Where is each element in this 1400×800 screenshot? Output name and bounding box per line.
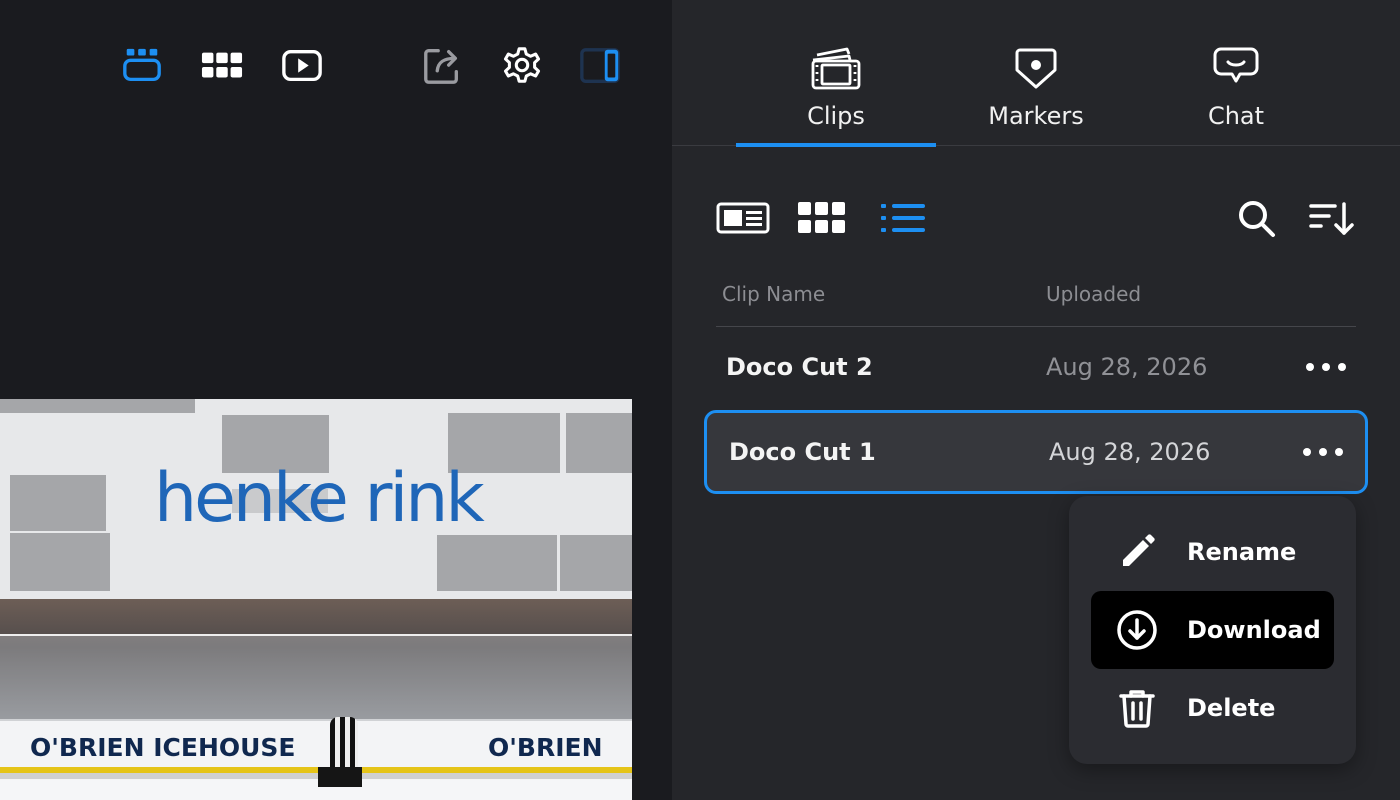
clip-uploaded-date: Aug 28, 2026	[1046, 353, 1208, 381]
clip-context-menu: Rename Download Delete	[1069, 496, 1356, 764]
board-ad-left: O'BRIEN ICEHOUSE	[30, 733, 296, 762]
clip-uploaded-date: Aug 28, 2026	[1049, 438, 1211, 466]
tab-markers-label: Markers	[988, 102, 1084, 130]
more-options-icon[interactable]	[1303, 437, 1343, 467]
table-row[interactable]: Doco Cut 1 Aug 28, 2026	[704, 410, 1368, 494]
menu-item-label: Download	[1187, 616, 1321, 644]
menu-item-download[interactable]: Download	[1091, 591, 1334, 669]
tab-chat[interactable]: Chat	[1136, 44, 1336, 144]
clip-name: Doco Cut 1	[729, 438, 876, 466]
rink-signage: henke rink	[154, 459, 485, 538]
rink-glass	[0, 634, 632, 724]
tab-clips[interactable]: Clips	[736, 44, 936, 144]
list-view-icon[interactable]	[880, 196, 926, 240]
board-ad-right: O'BRIEN	[488, 733, 603, 762]
player-layout-icon[interactable]	[120, 44, 164, 88]
sort-icon[interactable]	[1306, 196, 1356, 240]
clips-panel: Clips Markers Chat Clip Name Uploaded Do…	[672, 0, 1400, 800]
menu-item-delete[interactable]: Delete	[1091, 669, 1334, 747]
menu-item-rename[interactable]: Rename	[1091, 513, 1334, 591]
sidebar-toggle-icon[interactable]	[578, 44, 622, 88]
ice-surface	[0, 779, 632, 800]
settings-gear-icon[interactable]	[500, 44, 544, 88]
grid-view-icon[interactable]	[200, 44, 244, 88]
download-icon	[1117, 610, 1157, 650]
search-icon[interactable]	[1234, 196, 1278, 240]
menu-item-label: Rename	[1187, 538, 1297, 566]
trash-icon	[1119, 690, 1155, 728]
more-options-icon[interactable]	[1306, 352, 1346, 382]
play-video-icon[interactable]	[280, 44, 324, 88]
clips-icon	[811, 47, 861, 90]
column-header-clip-name[interactable]: Clip Name	[722, 282, 825, 306]
share-icon[interactable]	[420, 44, 464, 88]
pencil-icon	[1123, 534, 1155, 566]
clip-name: Doco Cut 2	[726, 353, 873, 381]
chat-icon	[1213, 47, 1259, 83]
menu-item-label: Delete	[1187, 694, 1276, 722]
table-row[interactable]: Doco Cut 2 Aug 28, 2026	[704, 325, 1368, 409]
column-header-uploaded[interactable]: Uploaded	[1046, 282, 1141, 306]
tab-chat-label: Chat	[1207, 102, 1265, 130]
grid-view-icon[interactable]	[796, 196, 848, 240]
player-area: henke rink O'BRIEN ICEHOUSE O'BRIEN	[0, 0, 672, 800]
active-tab-indicator	[736, 143, 936, 147]
tab-markers[interactable]: Markers	[936, 44, 1136, 144]
card-view-icon[interactable]	[716, 196, 770, 240]
video-frame[interactable]: henke rink O'BRIEN ICEHOUSE O'BRIEN	[0, 399, 632, 800]
tab-clips-label: Clips	[807, 102, 865, 130]
marker-icon	[1015, 48, 1057, 89]
